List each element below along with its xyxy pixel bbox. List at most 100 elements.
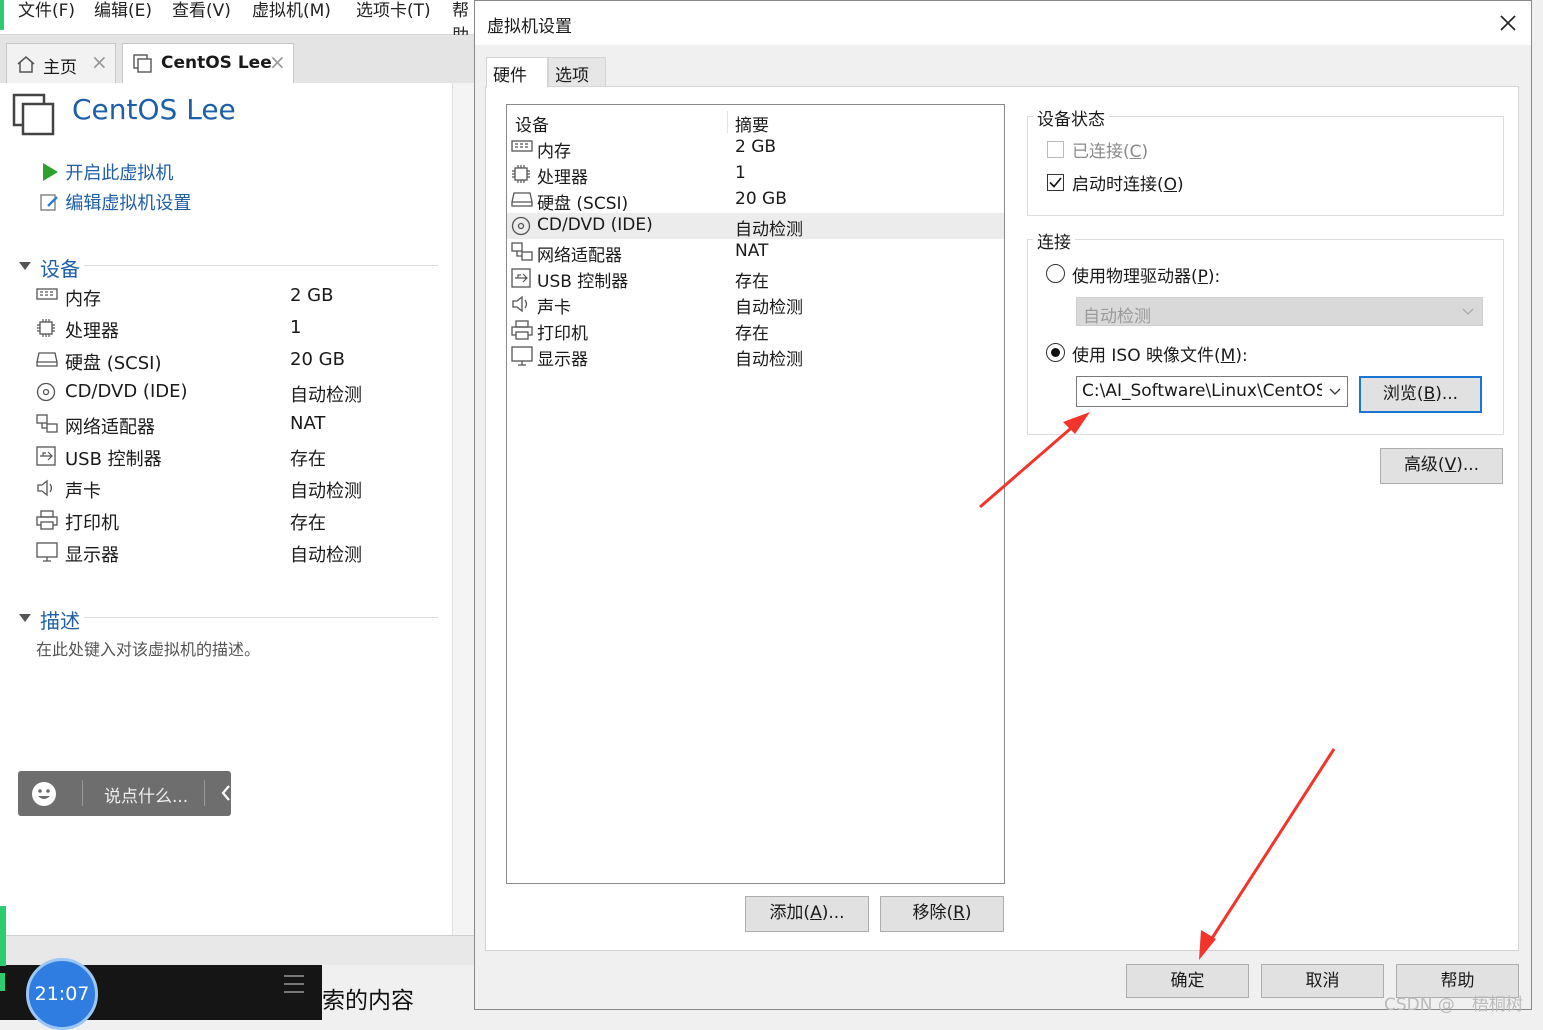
add-tail: )... xyxy=(821,903,845,923)
vm-device-row-cd-dvd[interactable]: CD/DVD (IDE) 自动检测 xyxy=(36,379,436,407)
vm-device-value: 存在 xyxy=(290,449,326,470)
iso-image-radio[interactable] xyxy=(1046,343,1065,362)
vm-device-row-sound[interactable]: 声卡 自动检测 xyxy=(36,475,436,503)
checkmark-icon xyxy=(1049,177,1062,188)
vm-device-value: 自动检测 xyxy=(290,481,362,502)
chat-widget[interactable]: 说点什么... xyxy=(18,771,231,816)
vm-device-row-usb[interactable]: USB 控制器 存在 xyxy=(36,443,436,471)
search-text[interactable]: 索的内容 xyxy=(322,981,414,1015)
close-icon[interactable] xyxy=(1498,13,1518,33)
menu-tabs[interactable]: 选项卡(T) xyxy=(356,0,431,21)
collapse-icon[interactable] xyxy=(18,613,32,623)
menu-icon[interactable] xyxy=(282,973,306,995)
device-row-display[interactable]: 显示器 自动检测 xyxy=(507,343,1004,370)
chat-input[interactable]: 说点什么... xyxy=(104,782,188,807)
connect-at-power-on-label[interactable]: 启动时连接(O) xyxy=(1072,170,1184,195)
add-button[interactable]: 添加(A)... xyxy=(745,896,869,932)
collapse-icon[interactable] xyxy=(18,261,32,271)
menu-file[interactable]: 文件(F) xyxy=(18,0,75,21)
device-name: 声卡 xyxy=(537,298,571,318)
menu-edit[interactable]: 编辑(E) xyxy=(94,0,152,21)
physical-drive-radio[interactable] xyxy=(1046,264,1065,283)
menu-vm[interactable]: 虚拟机(M) xyxy=(252,0,331,21)
vm-device-value: 20 GB xyxy=(290,349,345,370)
connect-at-power-on-checkbox[interactable] xyxy=(1047,174,1064,191)
watermark: CSDN @ 梧桐树 xyxy=(1384,995,1523,1015)
iso-tail: ): xyxy=(1235,346,1248,366)
vm-device-name: 打印机 xyxy=(65,513,119,534)
vm-device-value: NAT xyxy=(290,413,326,434)
cd-dvd-icon xyxy=(511,216,531,241)
start-vm-link[interactable]: 开启此虚拟机 xyxy=(40,159,173,185)
tab-strip: 主页 × CentOS Lee × xyxy=(0,35,480,83)
browse-button[interactable]: 浏览(B)... xyxy=(1359,376,1482,413)
divider xyxy=(727,111,728,133)
sound-card-icon xyxy=(36,478,56,503)
device-row-sound[interactable]: 声卡 自动检测 xyxy=(507,291,1004,318)
smiley-icon[interactable] xyxy=(31,781,57,807)
device-row-memory[interactable]: 内存 2 GB xyxy=(507,135,1004,162)
tab-home[interactable]: 主页 × xyxy=(6,43,116,83)
physical-tail: ): xyxy=(1207,267,1221,287)
physical-drive-label[interactable]: 使用物理驱动器(P): xyxy=(1072,262,1220,287)
tab-centos[interactable]: CentOS Lee × xyxy=(122,43,294,83)
vm-device-value: 自动检测 xyxy=(290,545,362,566)
vm-device-value: 存在 xyxy=(290,513,326,534)
menu-bar: 文件(F) 编辑(E) 查看(V) 虚拟机(M) 选项卡(T) 帮助 xyxy=(0,0,480,46)
vm-device-row-network[interactable]: 网络适配器 NAT xyxy=(36,411,436,439)
iso-key: M xyxy=(1220,346,1236,366)
search-area[interactable]: 索的内容 xyxy=(322,965,476,1020)
vm-device-name: 声卡 xyxy=(65,481,101,502)
close-icon[interactable]: × xyxy=(91,50,108,74)
accent-bar xyxy=(0,906,6,966)
vm-device-row-memory[interactable]: 内存 2 GB xyxy=(36,283,436,311)
remove-button[interactable]: 移除(R) xyxy=(880,896,1004,932)
connection-title: 连接 xyxy=(1033,228,1075,253)
vm-device-name: 显示器 xyxy=(65,545,119,566)
vm-device-row-printer[interactable]: 打印机 存在 xyxy=(36,507,436,535)
device-row-hard-disk[interactable]: 硬盘 (SCSI) 20 GB xyxy=(507,187,1004,214)
column-summary[interactable]: 摘要 xyxy=(735,111,769,136)
remove-text: 移除( xyxy=(912,903,954,923)
device-row-usb[interactable]: USB 控制器 存在 xyxy=(507,265,1004,292)
device-row-printer[interactable]: 打印机 存在 xyxy=(507,317,1004,344)
device-row-processor[interactable]: 处理器 1 xyxy=(507,161,1004,189)
chevron-left-icon[interactable] xyxy=(220,784,232,802)
device-row-cd-dvd[interactable]: CD/DVD (IDE) 自动检测 xyxy=(507,213,1004,241)
list-header: 设备 摘要 xyxy=(507,109,1004,136)
iso-path-value[interactable]: C:\AI_Software\Linux\CentOS- xyxy=(1082,381,1322,401)
device-name: CD/DVD (IDE) xyxy=(537,215,653,235)
hardware-panel: 设备 摘要 内存 2 GB 处理器 1 硬盘 (SCSI) 20 GB CD/DVD (ID… xyxy=(485,86,1519,951)
iso-path-combobox[interactable]: C:\AI_Software\Linux\CentOS- xyxy=(1076,376,1348,407)
vm-device-value: 1 xyxy=(290,317,302,338)
add-text: 添加( xyxy=(769,903,811,923)
processor-icon xyxy=(511,164,531,189)
description-placeholder[interactable]: 在此处键入对该虚拟机的描述。 xyxy=(36,636,260,660)
ok-button[interactable]: 确定 xyxy=(1126,964,1249,998)
processor-icon xyxy=(36,318,56,343)
cancel-button[interactable]: 取消 xyxy=(1261,964,1384,998)
chevron-down-icon[interactable] xyxy=(1329,388,1341,396)
clock-badge[interactable]: 21:07 xyxy=(26,958,98,1030)
vm-device-row-hard-disk[interactable]: 硬盘 (SCSI) 20 GB xyxy=(36,347,436,375)
connected-checkbox[interactable] xyxy=(1047,141,1064,158)
device-summary: NAT xyxy=(735,241,769,261)
close-icon[interactable]: × xyxy=(269,50,286,74)
edit-settings-icon xyxy=(40,194,58,211)
vm-device-value: 2 GB xyxy=(290,285,334,306)
device-row-network[interactable]: 网络适配器 NAT xyxy=(507,239,1004,266)
vm-device-row-display[interactable]: 显示器 自动检测 xyxy=(36,539,436,567)
menu-view[interactable]: 查看(V) xyxy=(172,0,231,21)
physical-drive-select[interactable]: 自动检测 xyxy=(1076,297,1483,327)
iso-image-label[interactable]: 使用 ISO 映像文件(M): xyxy=(1072,341,1248,366)
advanced-button[interactable]: 高级(V)... xyxy=(1380,448,1503,484)
vm-device-row-processor[interactable]: 处理器 1 xyxy=(36,315,436,343)
connected-text: 已连接( xyxy=(1072,142,1130,162)
vm-large-icon xyxy=(12,93,55,136)
tab-options[interactable]: 选项 xyxy=(548,57,606,87)
device-list[interactable]: 设备 摘要 内存 2 GB 处理器 1 硬盘 (SCSI) 20 GB CD/DVD (ID… xyxy=(506,104,1005,884)
advanced-key: V xyxy=(1444,455,1457,475)
tab-hardware[interactable]: 硬件 xyxy=(486,57,548,88)
edit-vm-link[interactable]: 编辑虚拟机设置 xyxy=(40,189,191,215)
column-device[interactable]: 设备 xyxy=(515,111,549,136)
